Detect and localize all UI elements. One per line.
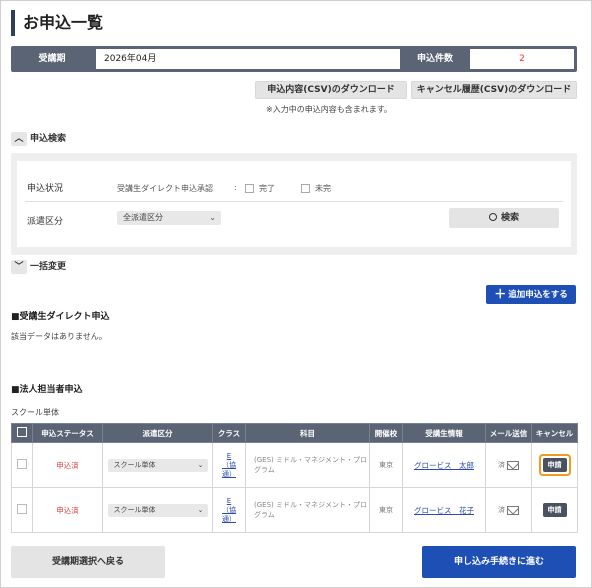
header-dispatch: 派遣区分 bbox=[102, 423, 213, 443]
chevron-down-icon: ⌄ bbox=[197, 505, 204, 514]
search-panel: 申込状況 受講生ダイレクト申込承認 : 完了 未完 派遣区分 全派遣区分 ⌄ 検… bbox=[11, 153, 577, 255]
applications-table: 申込ステータス 派遣区分 クラス 科目 開催校 受講生情報 メール送信 キャンセ… bbox=[11, 423, 578, 533]
student-link[interactable]: グロービス 太郎 bbox=[414, 461, 474, 470]
class-line: E bbox=[226, 451, 232, 460]
proceed-button[interactable]: 申し込み手続きに進む bbox=[422, 546, 576, 578]
class-line: 通） bbox=[222, 514, 236, 523]
direct-approval-label: 受講生ダイレクト申込承認 bbox=[117, 184, 213, 193]
chevron-down-icon: ⌄ bbox=[209, 213, 216, 222]
dispatch-row-select[interactable]: スクール単体 ⌄ bbox=[107, 503, 208, 517]
download-csv-button[interactable]: 申込内容(CSV)のダウンロード bbox=[255, 81, 407, 99]
student-link[interactable]: グロービス 花子 bbox=[414, 506, 474, 515]
dispatch-select[interactable]: 全派遣区分 ⌄ bbox=[117, 211, 221, 225]
header-subject: 科目 bbox=[245, 423, 370, 443]
count-value: 2 bbox=[470, 49, 574, 69]
row-checkbox[interactable] bbox=[17, 504, 27, 514]
back-to-period-button[interactable]: 受講期選択へ戻る bbox=[11, 546, 165, 578]
cancel-request-button[interactable]: 申請 bbox=[542, 503, 567, 517]
header-status: 申込ステータス bbox=[32, 423, 103, 443]
undone-checkbox[interactable] bbox=[301, 184, 310, 193]
mail-sent-text: 済 bbox=[498, 506, 505, 514]
status-filter-label: 申込状況 bbox=[27, 184, 64, 194]
cancel-request-button[interactable]: 申請 bbox=[542, 458, 567, 472]
search-button[interactable]: 検索 bbox=[449, 208, 559, 228]
cancel-focus-ring: 申請 bbox=[538, 454, 571, 476]
direct-empty-message: 該当データはありません。 bbox=[11, 332, 107, 341]
envelope-icon[interactable] bbox=[507, 460, 519, 470]
search-toggle[interactable]: ︿ 申込検索 bbox=[11, 131, 131, 147]
header-school: 開催校 bbox=[369, 423, 403, 443]
divider bbox=[25, 201, 563, 202]
dispatch-select-value: 全派遣区分 bbox=[123, 213, 163, 222]
period-label: 受講期 bbox=[38, 54, 66, 64]
header-cancel: キャンセル bbox=[531, 423, 578, 443]
select-all-cell[interactable] bbox=[11, 423, 33, 443]
corp-section-heading: ■法人担当者申込 bbox=[11, 385, 83, 395]
dispatch-row-value: スクール単体 bbox=[113, 460, 156, 469]
table-header-row: 申込ステータス 派遣区分 クラス 科目 開催校 受講生情報 メール送信 キャンセ… bbox=[11, 423, 578, 443]
bulk-toggle-label: 一括変更 bbox=[30, 262, 67, 272]
dispatch-filter-label: 派遣区分 bbox=[27, 217, 64, 227]
page-title: お申込一覧 bbox=[11, 10, 103, 36]
class-line: 通） bbox=[222, 469, 236, 478]
class-line: E bbox=[226, 496, 232, 505]
add-application-button[interactable]: ＋追加申込をする bbox=[486, 285, 576, 304]
header-class: クラス bbox=[212, 423, 246, 443]
chevron-down-icon: ﹀ bbox=[11, 259, 27, 274]
add-button-label: 追加申込をする bbox=[508, 290, 568, 300]
header-mail: メール送信 bbox=[485, 423, 532, 443]
row-checkbox[interactable] bbox=[17, 459, 27, 469]
school-text: 東京 bbox=[379, 506, 393, 514]
class-line: （協 bbox=[222, 460, 236, 469]
class-link[interactable]: E （協 通） bbox=[213, 497, 245, 524]
subject-text: (GES) ミドル・マネジメント・プログラム bbox=[254, 456, 367, 474]
download-cancel-csv-button[interactable]: キャンセル履歴(CSV)のダウンロード bbox=[411, 81, 577, 99]
plus-icon: ＋ bbox=[494, 287, 507, 301]
status-text: 申込済 bbox=[56, 505, 79, 515]
status-text: 申込済 bbox=[56, 460, 79, 470]
direct-section-heading: ■受講生ダイレクト申込 bbox=[11, 312, 110, 322]
period-value: 2026年04月 bbox=[96, 49, 400, 69]
dispatch-row-value: スクール単体 bbox=[113, 505, 156, 514]
corp-subheading: スクール単体 bbox=[11, 408, 59, 417]
period-summary-bar: 受講期 2026年04月 申込件数 2 bbox=[11, 46, 577, 72]
bulk-change-toggle[interactable]: ﹀ 一括変更 bbox=[11, 259, 131, 275]
class-link[interactable]: E （協 通） bbox=[213, 452, 245, 479]
dispatch-row-select[interactable]: スクール単体 ⌄ bbox=[107, 458, 208, 472]
class-line: （協 bbox=[222, 505, 236, 514]
mail-sent-text: 済 bbox=[498, 461, 505, 469]
undone-label: 未完 bbox=[315, 184, 331, 193]
school-text: 東京 bbox=[379, 461, 393, 469]
envelope-icon[interactable] bbox=[507, 505, 519, 515]
search-form: 申込状況 受講生ダイレクト申込承認 : 完了 未完 派遣区分 全派遣区分 ⌄ 検… bbox=[17, 161, 571, 247]
download-note: ※入力中の申込内容も含まれます。 bbox=[266, 105, 392, 114]
search-button-label: 検索 bbox=[500, 213, 519, 223]
header-student: 受講生情報 bbox=[402, 423, 486, 443]
count-label: 申込件数 bbox=[416, 54, 453, 64]
search-toggle-label: 申込検索 bbox=[30, 134, 67, 144]
table-row: 申込済 スクール単体 ⌄ E （協 通） (GES) ミドル・マネジメント・プログラム… bbox=[11, 442, 578, 488]
chevron-up-icon: ︿ bbox=[11, 131, 27, 146]
chevron-down-icon: ⌄ bbox=[197, 460, 204, 469]
colon-separator: : bbox=[234, 183, 237, 192]
table-row: 申込済 スクール単体 ⌄ E （協 通） (GES) ミドル・マネジメント・プログラム… bbox=[11, 487, 578, 533]
select-all-checkbox[interactable] bbox=[17, 427, 27, 437]
subject-text: (GES) ミドル・マネジメント・プログラム bbox=[254, 501, 367, 519]
done-label: 完了 bbox=[259, 184, 275, 193]
done-checkbox[interactable] bbox=[245, 184, 254, 193]
magnifier-icon bbox=[488, 213, 497, 221]
